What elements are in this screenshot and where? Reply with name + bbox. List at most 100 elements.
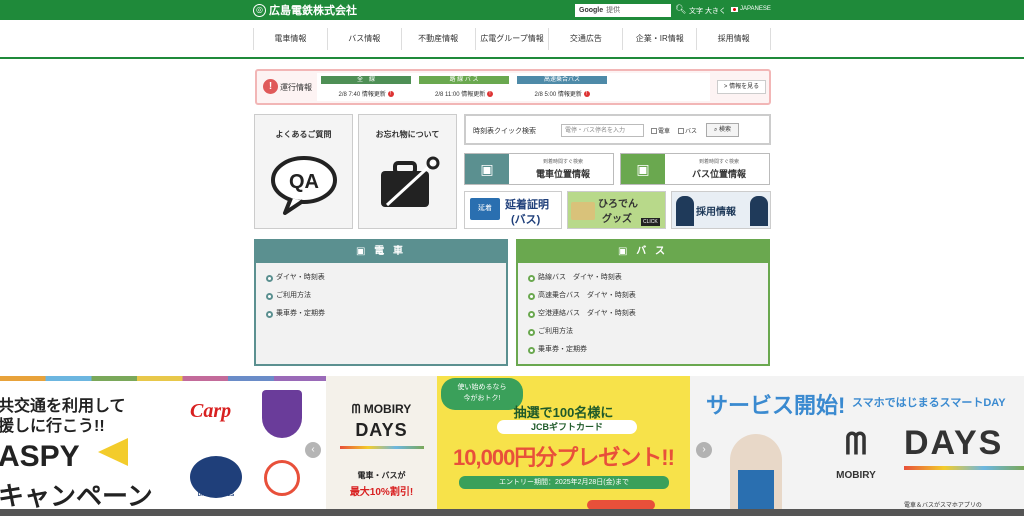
tram-link-tickets[interactable]: 乗車券・定期券 bbox=[266, 305, 506, 323]
megaphone-icon bbox=[98, 438, 128, 466]
tram-location-button[interactable]: ▣ 到着時間すぐ検索 電車位置情報 bbox=[464, 153, 614, 185]
mobiry-line1: 電車・バスが bbox=[357, 471, 406, 480]
nav-item-realestate[interactable]: 不動産情報 bbox=[402, 28, 476, 50]
language-switch[interactable]: JAPANESE bbox=[731, 6, 771, 12]
nav-item-ir[interactable]: 企業・IR情報 bbox=[623, 28, 698, 50]
tram-location-title: 電車位置情報 bbox=[535, 169, 590, 179]
mobiry-brand-text: MOBIRY bbox=[836, 470, 876, 481]
status-section-title: 路 線 バ ス bbox=[419, 76, 509, 84]
status-sections: 全 線 2/8 7:40 情報更新 ! 路 線 バ ス 2/8 11:00 情報… bbox=[317, 73, 710, 101]
japan-flag-icon bbox=[731, 6, 738, 12]
slide-mobiry-days[interactable]: ᗰ MOBIRY DAYS 電車・バスが 最大10%割引! bbox=[326, 376, 437, 510]
bottom-bar bbox=[0, 509, 1024, 516]
link-label: 高速乗合バス ダイヤ・時刻表 bbox=[538, 292, 636, 299]
bus-link-usage[interactable]: ご利用方法 bbox=[528, 323, 768, 341]
bus-location-button[interactable]: ▣ 到着時間すぐ検索 バス位置情報 bbox=[620, 153, 770, 185]
carousel-next-button[interactable]: › bbox=[696, 442, 712, 458]
campaign-line3: ASPY bbox=[0, 440, 80, 473]
campaign-line2: 援しに行こう!! bbox=[0, 418, 105, 435]
faq-card[interactable]: よくあるご質問 QA bbox=[254, 114, 353, 229]
slide-service-start[interactable]: サービス開始! スマホではじまるスマートDAY ᗰ MOBIRY DAYS 電車… bbox=[690, 376, 1024, 510]
nav-item-bus[interactable]: バス情報 bbox=[328, 28, 402, 50]
present-line4: エントリー期間：2025年2月28日(金)まで bbox=[459, 476, 669, 489]
bus-panel-title: バ ス bbox=[636, 246, 668, 257]
goods-banner[interactable]: ひろでん グッズ CLICK bbox=[567, 191, 666, 229]
mobiry-line2: 最大10%割引! bbox=[349, 487, 414, 498]
tram-panel-header: ▣ 電 車 bbox=[256, 241, 506, 263]
staff-figure-1 bbox=[676, 196, 694, 226]
bus-icon: ▣ bbox=[617, 246, 631, 257]
bus-checkbox-label: バス bbox=[685, 129, 698, 135]
tram-icon: ▣ bbox=[465, 154, 509, 184]
tram-checkbox[interactable]: 電車 bbox=[651, 126, 670, 135]
present-line1: 抽選で100名様に bbox=[513, 405, 614, 420]
mobiry-logo-icon: ᗰ bbox=[845, 428, 867, 461]
bus-link-highway-timetable[interactable]: 高速乗合バス ダイヤ・時刻表 bbox=[528, 287, 768, 305]
color-stripe bbox=[0, 376, 326, 381]
delay-certificate-banner[interactable]: 延着 延着証明 (バス) bbox=[464, 191, 562, 229]
checkbox-box bbox=[678, 127, 684, 134]
search-icon[interactable]: 🔍︎ bbox=[675, 4, 686, 15]
status-more-button[interactable]: > 情報を見る bbox=[717, 80, 766, 94]
lost-items-card[interactable]: お忘れ物について bbox=[358, 114, 457, 229]
bus-panel: ▣ バ ス 路線バス ダイヤ・時刻表 高速乗合バス ダイヤ・時刻表 空港連絡バス… bbox=[516, 239, 770, 366]
slide-campaign[interactable]: 共交通を利用して 援しに行こう!! ASPY キャンペーン Carp DRAGO… bbox=[0, 376, 326, 510]
site-search-input[interactable]: Google 提供 bbox=[575, 4, 671, 17]
color-underline bbox=[904, 466, 1024, 470]
status-section-all[interactable]: 全 線 2/8 7:40 情報更新 ! bbox=[321, 76, 411, 98]
tram-panel-title: 電 車 bbox=[374, 246, 406, 257]
search-placeholder: 提供 bbox=[606, 7, 621, 14]
person-uniform bbox=[738, 470, 774, 510]
status-section-bus[interactable]: 路 線 バ ス 2/8 11:00 情報更新 ! bbox=[419, 76, 509, 98]
goods-photo bbox=[571, 202, 595, 220]
google-brand: Google bbox=[579, 7, 604, 14]
bus-link-tickets[interactable]: 乗車券・定期券 bbox=[528, 341, 768, 359]
header-divider bbox=[0, 57, 1024, 59]
carp-logo: Carp bbox=[190, 400, 232, 422]
stop-name-input[interactable]: 電停・バス停名を入力 bbox=[561, 124, 644, 137]
mobiry-brand-text: MOBIRY bbox=[363, 402, 412, 416]
nav-item-group[interactable]: 広電グループ情報 bbox=[476, 28, 550, 50]
goods-sub: グッズ bbox=[602, 214, 632, 225]
nav-item-recruit[interactable]: 採用情報 bbox=[697, 28, 772, 50]
tram-panel: ▣ 電 車 ダイヤ・時刻表 ご利用方法 乗車券・定期券 bbox=[254, 239, 508, 366]
nav-item-tram[interactable]: 電車情報 bbox=[253, 28, 328, 50]
service-footer: 電車＆バスがスマホアプリの bbox=[904, 503, 982, 509]
bus-link-route-timetable[interactable]: 路線バス ダイヤ・時刻表 bbox=[528, 269, 768, 287]
bus-icon: ▣ bbox=[621, 154, 665, 184]
main-nav: 電車情報 バス情報 不動産情報 広電グループ情報 交通広告 企業・IR情報 採用… bbox=[253, 28, 772, 50]
bus-link-airport-timetable[interactable]: 空港連絡バス ダイヤ・時刻表 bbox=[528, 305, 768, 323]
tram-link-timetable[interactable]: ダイヤ・時刻表 bbox=[266, 269, 506, 287]
delay-label: 延着証明 bbox=[505, 199, 549, 211]
recruit-label: 採用情報 bbox=[696, 207, 736, 218]
tram-icon: ▣ bbox=[355, 246, 369, 257]
link-label: 乗車券・定期券 bbox=[276, 310, 325, 317]
carousel-prev-button[interactable]: ‹ bbox=[305, 442, 321, 458]
delay-sub: (バス) bbox=[511, 214, 541, 226]
days-title: DAYS bbox=[355, 420, 408, 440]
staff-figure-2 bbox=[750, 196, 768, 226]
bullet-icon bbox=[266, 274, 273, 282]
nav-item-advertising[interactable]: 交通広告 bbox=[549, 28, 624, 50]
badge-line1: 使い始めるなら bbox=[457, 384, 507, 391]
bus-location-title: バス位置情報 bbox=[691, 169, 746, 179]
link-label: ダイヤ・時刻表 bbox=[276, 274, 325, 281]
status-date: 2/8 5:00 情報更新 bbox=[534, 92, 582, 98]
quick-search-button[interactable]: ⌕ 検索 bbox=[706, 123, 739, 137]
alert-icon: ! bbox=[263, 79, 278, 94]
present-line2: JCBギフトカード bbox=[497, 420, 637, 434]
tram-link-usage[interactable]: ご利用方法 bbox=[266, 287, 506, 305]
recruit-banner[interactable]: 採用情報 bbox=[671, 191, 771, 229]
alert-dot-icon: ! bbox=[387, 91, 394, 98]
bullet-icon bbox=[528, 346, 535, 354]
bullet-icon bbox=[528, 292, 535, 300]
company-logo[interactable]: ◎ 広島電鉄株式会社 bbox=[253, 2, 357, 18]
status-section-title: 全 線 bbox=[321, 76, 411, 84]
monitor-icon: 延着 bbox=[470, 198, 500, 220]
slide-jcb-present[interactable]: 使い始めるなら 今がおトク! 抽選で100名様に JCBギフトカード 10,000… bbox=[437, 376, 690, 510]
days-title: DAYS bbox=[904, 424, 1004, 462]
link-label: ご利用方法 bbox=[538, 328, 573, 335]
bus-checkbox[interactable]: バス bbox=[678, 126, 697, 135]
font-size-toggle[interactable]: 文字 大きく bbox=[689, 6, 726, 16]
status-section-highway[interactable]: 高速乗合バス 2/8 5:00 情報更新 ! bbox=[517, 76, 607, 98]
